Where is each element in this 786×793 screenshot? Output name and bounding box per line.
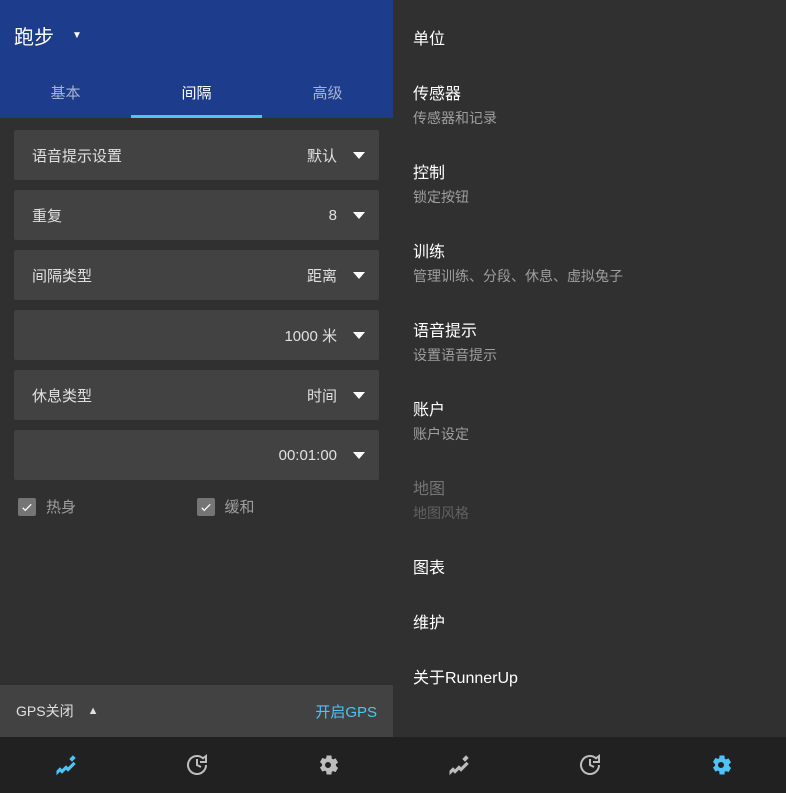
checkbox-row: 热身 缓和 — [14, 490, 379, 523]
start-icon — [54, 753, 78, 777]
chevron-down-icon — [353, 452, 365, 459]
gear-icon — [316, 753, 340, 777]
settings-item-title: 语音提示 — [413, 317, 766, 341]
left-pane: 跑步 ▼ 基本 间隔 高级 语音提示设置 默认 重复 8 间隔类型 距离 100… — [0, 0, 393, 793]
chevron-up-icon[interactable]: ▲ — [88, 705, 99, 717]
bottom-nav-right — [393, 737, 786, 793]
checkbox-checked-icon — [197, 498, 215, 516]
nav-settings[interactable] — [262, 737, 393, 793]
settings-item-units[interactable]: 单位 — [393, 10, 786, 65]
checkbox-cooldown[interactable]: 缓和 — [197, 496, 376, 517]
gps-status: GPS关闭 — [16, 701, 74, 721]
nav-start[interactable] — [393, 737, 524, 793]
settings-item-map: 地图 地图风格 — [393, 460, 786, 539]
checkbox-warmup[interactable]: 热身 — [18, 496, 197, 517]
row-rest-type-label: 休息类型 — [32, 385, 307, 406]
row-audio-cue[interactable]: 语音提示设置 默认 — [14, 130, 379, 180]
chevron-down-icon: ▼ — [72, 30, 82, 41]
row-rest-value-value: 00:01:00 — [279, 447, 337, 464]
tab-basic-label: 基本 — [50, 82, 80, 103]
row-interval-type-value: 距离 — [307, 265, 337, 286]
settings-item-title: 控制 — [413, 159, 766, 183]
settings-item-workout[interactable]: 训练 管理训练、分段、休息、虚拟兔子 — [393, 223, 786, 302]
settings-item-sub: 传感器和记录 — [413, 108, 766, 128]
settings-item-sub: 账户设定 — [413, 424, 766, 444]
right-pane: 单位 传感器 传感器和记录 控制 锁定按钮 训练 管理训练、分段、休息、虚拟兔子… — [393, 0, 786, 793]
settings-item-title: 账户 — [413, 396, 766, 420]
row-repeat-label: 重复 — [32, 205, 329, 226]
settings-item-title: 图表 — [413, 554, 766, 578]
chevron-down-icon — [353, 212, 365, 219]
row-interval-type-label: 间隔类型 — [32, 265, 307, 286]
settings-item-maintenance[interactable]: 维护 — [393, 594, 786, 649]
start-icon — [447, 753, 471, 777]
settings-item-sub: 管理训练、分段、休息、虚拟兔子 — [413, 266, 766, 286]
activity-title: 跑步 — [14, 21, 54, 50]
tab-basic[interactable]: 基本 — [0, 70, 131, 118]
chevron-down-icon — [353, 392, 365, 399]
settings-item-sub: 设置语音提示 — [413, 345, 766, 365]
settings-item-accounts[interactable]: 账户 账户设定 — [393, 381, 786, 460]
gps-bar: GPS关闭 ▲ 开启GPS — [0, 685, 393, 737]
tabs: 基本 间隔 高级 — [0, 70, 393, 118]
checkbox-cooldown-label: 缓和 — [225, 496, 255, 517]
tab-advanced[interactable]: 高级 — [262, 70, 393, 118]
nav-history[interactable] — [131, 737, 262, 793]
settings-list: 单位 传感器 传感器和记录 控制 锁定按钮 训练 管理训练、分段、休息、虚拟兔子… — [393, 0, 786, 737]
settings-item-sensors[interactable]: 传感器 传感器和记录 — [393, 65, 786, 144]
settings-item-sub: 锁定按钮 — [413, 187, 766, 207]
settings-item-about[interactable]: 关于RunnerUp — [393, 649, 786, 704]
tab-interval[interactable]: 间隔 — [131, 70, 262, 118]
settings-item-control[interactable]: 控制 锁定按钮 — [393, 144, 786, 223]
nav-history[interactable] — [524, 737, 655, 793]
row-audio-cue-label: 语音提示设置 — [32, 145, 307, 166]
chevron-down-icon — [353, 152, 365, 159]
chevron-down-icon — [353, 272, 365, 279]
settings-item-graph[interactable]: 图表 — [393, 539, 786, 594]
row-interval-value-value: 1000 米 — [284, 325, 337, 346]
history-icon — [578, 753, 602, 777]
row-rest-type-value: 时间 — [307, 385, 337, 406]
settings-item-title: 训练 — [413, 238, 766, 262]
gps-start-button[interactable]: 开启GPS — [315, 701, 377, 722]
row-repeat[interactable]: 重复 8 — [14, 190, 379, 240]
settings-item-title: 传感器 — [413, 80, 766, 104]
settings-item-title: 维护 — [413, 609, 766, 633]
row-interval-value[interactable]: 1000 米 — [14, 310, 379, 360]
interval-form: 语音提示设置 默认 重复 8 间隔类型 距离 1000 米 休息类型 时间 00… — [0, 118, 393, 685]
gear-icon — [709, 753, 733, 777]
chevron-down-icon — [353, 332, 365, 339]
settings-item-title: 关于RunnerUp — [413, 664, 766, 688]
row-audio-cue-value: 默认 — [307, 145, 337, 166]
tab-advanced-label: 高级 — [312, 82, 342, 103]
row-interval-type[interactable]: 间隔类型 距离 — [14, 250, 379, 300]
settings-item-audio-cues[interactable]: 语音提示 设置语音提示 — [393, 302, 786, 381]
checkbox-warmup-label: 热身 — [46, 496, 76, 517]
row-repeat-value: 8 — [329, 207, 337, 224]
settings-item-title: 地图 — [413, 475, 766, 499]
nav-settings[interactable] — [655, 737, 786, 793]
history-icon — [185, 753, 209, 777]
nav-start[interactable] — [0, 737, 131, 793]
row-rest-type[interactable]: 休息类型 时间 — [14, 370, 379, 420]
checkbox-checked-icon — [18, 498, 36, 516]
settings-item-sub: 地图风格 — [413, 503, 766, 523]
bottom-nav-left — [0, 737, 393, 793]
settings-item-title: 单位 — [413, 25, 766, 49]
activity-header[interactable]: 跑步 ▼ — [0, 0, 393, 70]
tab-interval-label: 间隔 — [181, 82, 211, 103]
row-rest-value[interactable]: 00:01:00 — [14, 430, 379, 480]
